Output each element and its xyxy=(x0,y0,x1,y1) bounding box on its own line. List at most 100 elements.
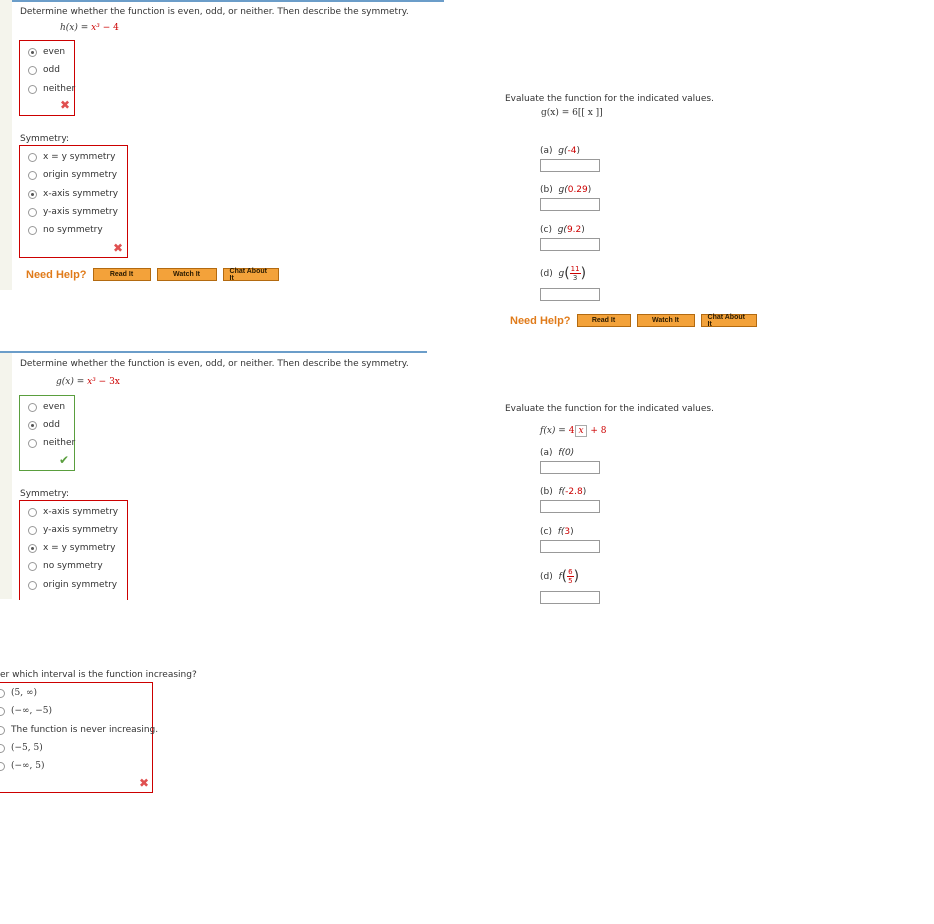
q1-sym-option[interactable]: x-axis symmetry xyxy=(28,187,118,201)
q1-parity-box: even odd neither ✖ xyxy=(19,40,75,116)
radio-icon[interactable] xyxy=(28,170,37,180)
incorrect-x-icon: ✖ xyxy=(139,776,150,790)
q3-side-stripe xyxy=(0,353,12,599)
q5-option[interactable]: (−∞, −5) xyxy=(0,704,52,718)
q4-answer-b[interactable] xyxy=(540,500,600,513)
q3-sym-option[interactable]: x = y symmetry xyxy=(28,541,115,555)
radio-icon[interactable] xyxy=(28,152,37,162)
part-label: (d) xyxy=(540,572,553,582)
q3-clip-mask xyxy=(0,600,440,608)
q1-parity-even[interactable]: even xyxy=(28,45,65,59)
part-arg: 0.29 xyxy=(567,185,588,195)
q4-func-coef: 4 xyxy=(568,426,575,436)
option-label: origin symmetry xyxy=(43,580,118,590)
radio-icon[interactable] xyxy=(0,761,5,771)
radio-icon[interactable] xyxy=(28,438,37,448)
radio-icon[interactable] xyxy=(28,225,37,235)
radio-icon[interactable] xyxy=(0,706,5,716)
q2-answer-d[interactable] xyxy=(540,288,600,301)
read-it-button[interactable]: Read It xyxy=(576,314,631,327)
watch-it-button[interactable]: Watch It xyxy=(156,268,217,281)
q3-sym-option[interactable]: origin symmetry xyxy=(28,578,117,592)
part-expr: ) xyxy=(587,185,592,195)
q4-answer-a[interactable] xyxy=(540,461,600,474)
radio-icon[interactable] xyxy=(0,725,5,735)
correct-check-icon: ✔ xyxy=(59,453,70,467)
q1-sym-option[interactable]: origin symmetry xyxy=(28,168,117,182)
part-label: (b) xyxy=(540,487,553,497)
radio-icon[interactable] xyxy=(28,525,37,535)
option-label: origin symmetry xyxy=(43,170,118,180)
q1-sym-option[interactable]: y-axis symmetry xyxy=(28,205,118,219)
radio-icon[interactable] xyxy=(28,207,37,217)
q5-option[interactable]: (5, ∞) xyxy=(0,686,37,700)
radio-selected-icon[interactable] xyxy=(28,420,37,430)
q3-sym-option[interactable]: x-axis symmetry xyxy=(28,505,118,519)
q3-func-x3: x³ xyxy=(87,377,96,387)
part-label: (b) xyxy=(540,185,553,195)
part-label: (a) xyxy=(540,146,553,156)
q3-sym-option[interactable]: no symmetry xyxy=(28,559,103,573)
q1-function: h(x) = x³ − 4 xyxy=(60,23,119,33)
option-label: y-axis symmetry xyxy=(43,525,118,535)
q1-symmetry-box: x = y symmetry origin symmetry x-axis sy… xyxy=(19,145,128,258)
incorrect-x-icon: ✖ xyxy=(60,98,71,112)
watch-it-button[interactable]: Watch It xyxy=(636,314,695,327)
radio-icon[interactable] xyxy=(28,402,37,412)
q2-answer-a[interactable] xyxy=(540,159,600,172)
q5-option[interactable]: The function is never increasing. xyxy=(0,723,158,737)
part-arg: -2.8 xyxy=(565,487,583,497)
q1-top-border xyxy=(0,0,444,2)
option-label: (5, ∞) xyxy=(11,688,37,698)
option-label: (−∞, −5) xyxy=(11,706,53,716)
q4-answer-d[interactable] xyxy=(540,591,600,604)
radio-icon[interactable] xyxy=(28,580,37,590)
q1-parity-odd[interactable]: odd xyxy=(28,63,60,77)
q4-part-a: (a) f(0) xyxy=(540,448,574,458)
q1-parity-neither[interactable]: neither xyxy=(28,82,75,96)
q5-options-box: (5, ∞) (−∞, −5) The function is never in… xyxy=(0,682,158,793)
option-label: neither xyxy=(43,84,76,94)
radio-icon[interactable] xyxy=(28,84,37,94)
q3-parity-neither[interactable]: neither xyxy=(28,436,75,450)
q2-answer-b[interactable] xyxy=(540,198,600,211)
radio-selected-icon[interactable] xyxy=(28,189,37,199)
q2-function: g(x) = 6[[ x ]] xyxy=(541,108,603,118)
chat-about-it-button[interactable]: Chat About It xyxy=(700,314,757,328)
radio-icon[interactable] xyxy=(28,507,37,517)
read-it-button[interactable]: Read It xyxy=(92,268,151,281)
radio-selected-icon[interactable] xyxy=(28,47,37,57)
radio-icon[interactable] xyxy=(28,65,37,75)
q2-answer-c[interactable] xyxy=(540,238,600,251)
option-label: y-axis symmetry xyxy=(43,207,118,217)
q4-answer-c[interactable] xyxy=(540,540,600,553)
q5-option[interactable]: (−5, 5) xyxy=(0,741,43,755)
q5-option[interactable]: (−∞, 5) xyxy=(0,759,45,773)
q1-sym-option[interactable]: no symmetry xyxy=(28,223,103,237)
part-label: (a) xyxy=(540,448,553,458)
q4-part-d: (d) f(6 5) xyxy=(540,568,580,585)
q3-sym-option[interactable]: y-axis symmetry xyxy=(28,523,118,537)
radio-selected-icon[interactable] xyxy=(28,543,37,553)
radio-icon[interactable] xyxy=(0,688,5,698)
q3-function: g(x) = x³ − 3x xyxy=(56,377,120,387)
radio-icon[interactable] xyxy=(28,561,37,571)
radio-icon[interactable] xyxy=(0,743,5,753)
q3-parity-box: even odd neither ✔ xyxy=(19,395,75,471)
q1-func-x3: x³ xyxy=(91,23,100,33)
q3-symmetry-box: x-axis symmetry y-axis symmetry x = y sy… xyxy=(19,500,128,605)
option-label: odd xyxy=(43,65,60,75)
q1-sym-option[interactable]: x = y symmetry xyxy=(28,150,115,164)
part-expr: g( xyxy=(557,225,567,235)
part-expr: ) xyxy=(576,146,581,156)
q4-part-b: (b) f(-2.8) xyxy=(540,487,586,497)
chat-about-it-button[interactable]: Chat About It xyxy=(222,268,279,282)
q1-need-help: Need Help? Read It Watch It Chat About I… xyxy=(26,268,279,282)
fraction-denominator: 3 xyxy=(572,274,578,282)
q1-func-rest: − 4 xyxy=(99,23,119,33)
q2-part-d: (d) g(11 3) xyxy=(540,265,587,282)
q3-parity-even[interactable]: even xyxy=(28,400,65,414)
q3-func-eq: = xyxy=(73,377,88,387)
option-label: even xyxy=(43,402,66,412)
q3-parity-odd[interactable]: odd xyxy=(28,418,60,432)
